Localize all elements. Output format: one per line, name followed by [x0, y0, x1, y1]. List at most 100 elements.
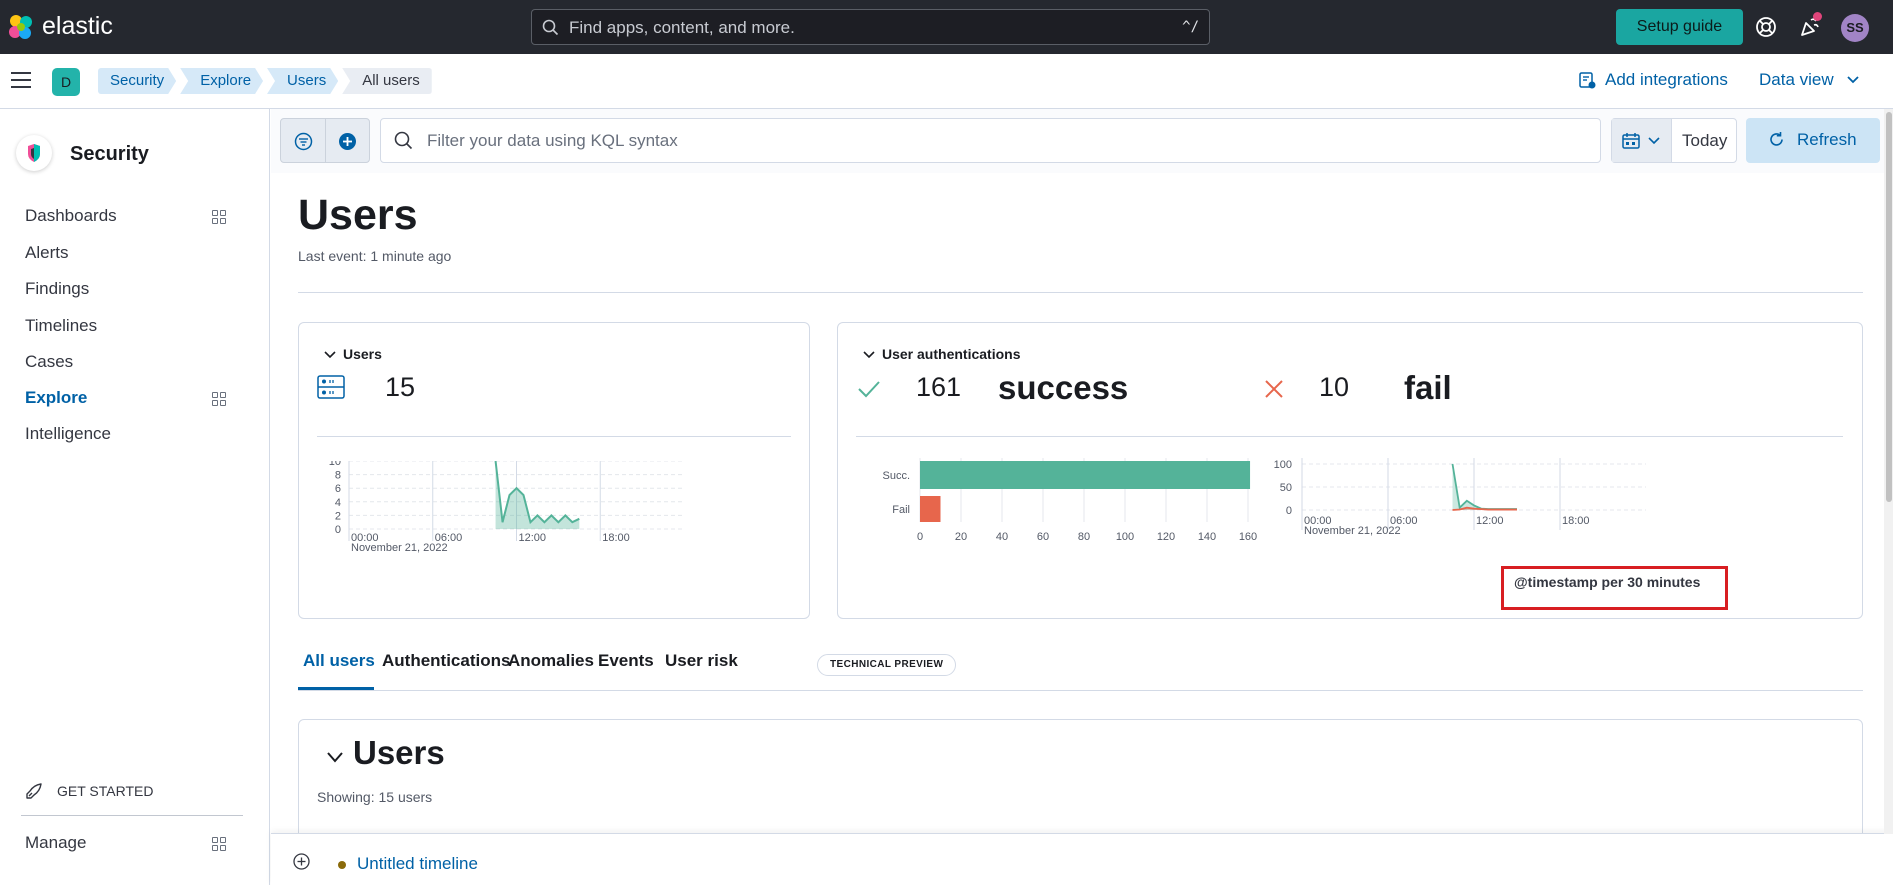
help-icon[interactable]: [1753, 14, 1779, 40]
y-tick-label: 8: [335, 470, 341, 482]
x-tick-label: 20: [955, 531, 967, 543]
panel-divider: [317, 436, 791, 437]
y-tick-label: 6: [335, 483, 341, 495]
refresh-label: Refresh: [1797, 130, 1857, 149]
x-tick-label: 40: [996, 531, 1008, 543]
y-tick-label: 50: [1280, 482, 1292, 494]
auth-kpi-title: User authentications: [882, 346, 1021, 362]
button-separator: [325, 119, 326, 162]
technical-preview-badge: TECHNICAL PREVIEW: [817, 654, 957, 676]
add-filter-icon[interactable]: [338, 132, 357, 151]
bar-fail: [920, 496, 941, 522]
x-tick-label: 120: [1157, 531, 1175, 543]
success-label: success: [998, 369, 1129, 406]
x-sub-label: November 21, 2022: [1304, 525, 1401, 537]
fail-count: 10: [1319, 372, 1350, 402]
collapse-chevron-icon[interactable]: [863, 351, 875, 359]
date-range-label[interactable]: Today: [1682, 131, 1727, 151]
sidebar-item-alerts[interactable]: Alerts: [25, 243, 68, 263]
collapse-chevron-icon[interactable]: [327, 752, 343, 763]
users-table-icon: [317, 375, 345, 399]
query-bar: Filter your data using KQL syntax Today …: [271, 109, 1893, 173]
breadcrumb-explore[interactable]: Explore: [180, 68, 263, 94]
breadcrumb-security[interactable]: Security: [98, 68, 176, 94]
date-picker[interactable]: Today: [1611, 118, 1737, 163]
cross-icon: [1265, 380, 1283, 398]
chevron-down-icon: [1847, 76, 1860, 84]
sidebar-item-intelligence[interactable]: Intelligence: [25, 424, 111, 444]
untitled-timeline-link[interactable]: Untitled timeline: [357, 854, 478, 874]
refresh-button[interactable]: Refresh: [1746, 118, 1880, 163]
x-tick-label: 12:00: [519, 532, 547, 544]
setup-guide-button[interactable]: Setup guide: [1616, 9, 1743, 45]
sidebar-title[interactable]: Security: [70, 143, 149, 166]
bar-succ: [920, 461, 1251, 489]
page-scrollbar-thumb[interactable]: [1886, 112, 1892, 502]
x-tick-label: 100: [1116, 531, 1134, 543]
sidebar-item-findings[interactable]: Findings: [25, 279, 89, 299]
elastic-logo-text[interactable]: elastic: [42, 12, 113, 41]
collapse-chevron-icon[interactable]: [324, 351, 336, 359]
x-tick-label: 18:00: [1562, 515, 1590, 527]
y-tick-label: 10: [329, 461, 341, 468]
dashboards-grid-icon[interactable]: [212, 210, 227, 225]
security-logo-icon: [16, 135, 52, 171]
check-icon: [858, 381, 880, 398]
tabs-divider: [298, 690, 1863, 691]
users-kpi-panel: Users 15 0 2 4 6 8 10 00:00 06:00 12:00 18:00 Nove…: [298, 322, 810, 619]
sidebar-item-manage[interactable]: Manage: [25, 833, 86, 853]
sidebar-item-explore[interactable]: Explore: [25, 388, 87, 408]
tab-anomalies[interactable]: Anomalies: [508, 651, 594, 671]
tab-user-risk[interactable]: User risk: [665, 651, 738, 671]
header-divider: [298, 292, 1863, 293]
notification-dot: [1813, 12, 1822, 21]
secondary-header: D Security Explore Users All users Add i…: [0, 54, 1893, 109]
users-area-fill: [495, 461, 580, 529]
tab-authentications[interactable]: Authentications: [382, 651, 510, 671]
x-tick-label: 60: [1037, 531, 1049, 543]
elastic-logo-icon[interactable]: [7, 13, 35, 41]
sidebar-item-timelines[interactable]: Timelines: [25, 316, 97, 336]
auth-bar-chart: 0 20 40 60 80 100 120 140 160 Succ. Fail: [882, 458, 1257, 543]
explore-grid-icon[interactable]: [212, 392, 227, 407]
x-tick-label: 12:00: [1476, 515, 1504, 527]
add-timeline-icon[interactable]: [293, 853, 310, 870]
category-label: Succ.: [882, 470, 910, 482]
main-content: Users Last event: 1 minute ago Users 15 …: [271, 173, 1893, 885]
timeline-flyout-bar: Untitled timeline: [271, 833, 1893, 885]
get-started-link[interactable]: GET STARTED: [57, 783, 153, 799]
x-tick-label: 160: [1239, 531, 1257, 543]
space-avatar[interactable]: D: [52, 68, 80, 96]
breadcrumb: Security Explore Users All users: [98, 68, 436, 94]
rocket-icon: [26, 783, 42, 799]
data-view-dropdown[interactable]: Data view: [1759, 70, 1860, 90]
refresh-icon: [1770, 132, 1783, 146]
y-tick-label: 0: [335, 524, 341, 536]
manage-grid-icon[interactable]: [212, 837, 227, 852]
filter-icon[interactable]: [294, 132, 313, 151]
kql-search-input[interactable]: Filter your data using KQL syntax: [380, 118, 1601, 163]
calendar-icon: [1622, 133, 1640, 149]
users-table-title: Users: [353, 734, 445, 771]
search-icon: [542, 19, 559, 36]
chevron-down-icon: [1648, 137, 1660, 145]
x-tick-label: 18:00: [602, 532, 630, 544]
sidebar-item-cases[interactable]: Cases: [25, 352, 73, 372]
filter-button-group: [280, 118, 370, 163]
add-integrations-label: Add integrations: [1605, 70, 1728, 89]
global-search-input[interactable]: Find apps, content, and more. ^/: [531, 9, 1210, 45]
global-search-placeholder: Find apps, content, and more.: [569, 18, 795, 37]
tab-events[interactable]: Events: [598, 651, 654, 671]
breadcrumb-users[interactable]: Users: [267, 68, 338, 94]
sidebar-item-dashboards[interactable]: Dashboards: [25, 206, 117, 226]
menu-toggle-icon[interactable]: [11, 72, 31, 93]
last-event-text: Last event: 1 minute ago: [298, 248, 452, 264]
add-integrations-link[interactable]: Add integrations: [1578, 70, 1728, 90]
search-icon: [394, 131, 413, 150]
quick-menu-button[interactable]: [1612, 119, 1672, 162]
users-area-chart: 024681000:00 06:00 12:00 18:00November 21, …: [329, 461, 684, 554]
tab-all-users[interactable]: All users: [303, 651, 375, 671]
y-tick-label: 4: [335, 497, 341, 509]
search-shortcut-hint: ^/: [1182, 19, 1199, 35]
user-avatar[interactable]: SS: [1841, 14, 1869, 42]
